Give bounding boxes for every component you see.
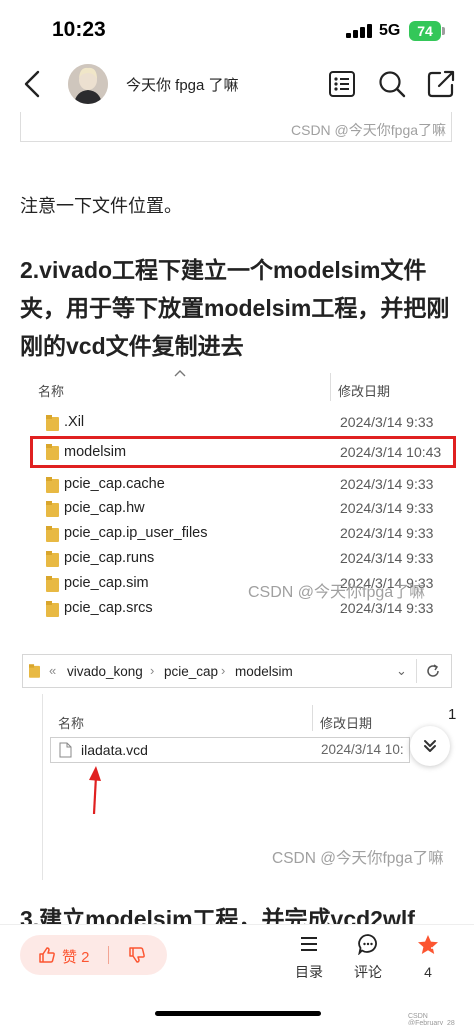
column-name-header: 名称 xyxy=(58,716,85,731)
folder-icon xyxy=(46,501,59,517)
file-date: 2024/3/14 9:33 xyxy=(340,600,434,616)
file-name: .Xil xyxy=(64,414,85,430)
file-row-highlighted[interactable]: modelsim 2024/3/14 10:43 xyxy=(30,436,456,468)
like-count[interactable]: 赞 2 xyxy=(62,946,90,967)
file-name: pcie_cap.runs xyxy=(64,550,155,566)
avatar-photo xyxy=(68,64,108,104)
signal-icon xyxy=(346,24,372,38)
file-name: iladata.vcd xyxy=(81,742,148,758)
file-date: 2024/3/14 10: xyxy=(321,742,404,757)
folder-icon xyxy=(46,477,59,493)
column-date-header: 修改日期 xyxy=(320,716,373,731)
screenshot-fragment: CSDN @今天你fpga了嘛 xyxy=(20,112,452,142)
breadcrumb-item[interactable]: pcie_cap xyxy=(164,664,218,679)
folder-icon xyxy=(46,526,59,542)
comment-button[interactable]: 评论 xyxy=(338,933,398,982)
favorite-button[interactable]: 4 xyxy=(398,933,458,980)
file-date: 2024/3/14 9:33 xyxy=(340,476,434,492)
battery-tip xyxy=(442,27,445,35)
comment-label: 评论 xyxy=(354,964,382,980)
section-heading-2: 2.vivado工程下建立一个modelsim文件夹，用于等下放置modelsi… xyxy=(20,257,450,359)
search-icon[interactable] xyxy=(377,69,407,99)
file-date: 2024/3/14 9:33 xyxy=(340,500,434,516)
toc-button[interactable]: 目录 xyxy=(279,933,339,982)
image-watermark: CSDN @今天你fpga了嘛 xyxy=(272,850,444,867)
status-time: 10:23 xyxy=(52,18,106,41)
file-date: 2024/3/14 9:33 xyxy=(340,550,434,566)
article-header: 今天你 fpga 了嘛 xyxy=(0,58,474,112)
section-heading-3: 3.建立modelsim工程，并完成vcd2wlf xyxy=(20,906,415,924)
explorer-screenshot-1: 名称 修改日期 .Xil 2024/3/14 9:33 modelsim 202… xyxy=(20,365,456,605)
file-date: 2024/3/14 10:43 xyxy=(340,444,442,460)
file-row[interactable]: pcie_cap.hw 2024/3/14 9:33 xyxy=(20,497,456,522)
author-name[interactable]: 今天你 fpga 了嘛 xyxy=(126,74,239,95)
folder-icon xyxy=(29,664,40,678)
favorite-count: 4 xyxy=(424,964,432,980)
address-bar[interactable]: « vivado_kong › pcie_cap › modelsim ⌄ xyxy=(22,654,452,688)
folder-icon xyxy=(46,576,59,592)
bottom-action-bar: 赞 2 目录 评论 4 xyxy=(0,924,474,1025)
comment-icon xyxy=(358,934,377,956)
breadcrumb-item[interactable]: modelsim xyxy=(235,664,293,679)
sort-caret-icon xyxy=(174,370,186,377)
file-name: pcie_cap.srcs xyxy=(64,600,153,616)
folder-icon xyxy=(46,551,59,567)
thumbs-up-icon[interactable] xyxy=(38,946,56,964)
breadcrumb-overflow-icon[interactable]: « xyxy=(49,663,56,678)
toc-label: 目录 xyxy=(295,964,323,980)
home-indicator xyxy=(155,1011,321,1016)
author-avatar[interactable] xyxy=(68,64,108,104)
file-row-selected[interactable]: iladata.vcd 2024/3/14 10: xyxy=(50,737,410,763)
file-date: 2024/3/14 9:33 xyxy=(340,525,434,541)
folder-icon xyxy=(46,444,59,460)
double-chevron-down-icon xyxy=(424,740,436,752)
toc-icon xyxy=(301,937,317,951)
footer-watermark: CSDN @February_28 xyxy=(408,1013,455,1025)
paragraph-location: 注意一下文件位置。 xyxy=(20,196,182,216)
refresh-icon[interactable] xyxy=(425,663,441,679)
address-dropdown-icon[interactable]: ⌄ xyxy=(396,663,407,679)
file-row[interactable]: pcie_cap.ip_user_files 2024/3/14 9:33 xyxy=(20,522,456,547)
file-row[interactable]: pcie_cap.srcs 2024/3/14 9:33 xyxy=(20,597,456,622)
breadcrumb-separator-icon: › xyxy=(150,663,155,678)
side-number: 1 xyxy=(448,706,457,723)
red-arrow-annotation xyxy=(89,766,101,815)
file-name: modelsim xyxy=(64,444,127,460)
file-date: 2024/3/14 9:33 xyxy=(340,414,434,430)
list-icon[interactable] xyxy=(327,69,357,99)
back-arrow-icon[interactable] xyxy=(20,68,48,100)
status-bar: 10:23 5G 74 xyxy=(0,0,474,58)
file-row[interactable]: pcie_cap.cache 2024/3/14 9:33 xyxy=(20,473,456,498)
breadcrumb-item[interactable]: vivado_kong xyxy=(67,664,143,679)
file-name: pcie_cap.sim xyxy=(64,575,149,591)
file-name: pcie_cap.hw xyxy=(64,500,145,516)
favorite-star-icon xyxy=(418,935,438,954)
share-icon[interactable] xyxy=(426,69,456,99)
column-name-header: 名称 xyxy=(38,384,65,399)
thumbs-down-icon[interactable] xyxy=(128,946,146,964)
image-watermark: CSDN @今天你fpga了嘛 xyxy=(291,122,447,138)
file-row[interactable]: .Xil 2024/3/14 9:33 xyxy=(20,411,456,436)
file-name: pcie_cap.ip_user_files xyxy=(64,525,208,541)
expand-button[interactable] xyxy=(410,726,450,766)
like-pill: 赞 2 xyxy=(20,935,167,975)
battery-icon: 74 xyxy=(409,21,441,41)
file-icon xyxy=(59,742,72,758)
article-content: CSDN @今天你fpga了嘛 注意一下文件位置。 2.vivado工程下建立一… xyxy=(0,112,474,924)
folder-icon xyxy=(46,601,59,617)
breadcrumb-separator-icon: › xyxy=(221,663,226,678)
folder-icon xyxy=(46,415,59,431)
column-date-header: 修改日期 xyxy=(338,384,391,399)
file-name: pcie_cap.cache xyxy=(64,476,165,492)
file-row[interactable]: pcie_cap.runs 2024/3/14 9:33 xyxy=(20,547,456,572)
network-type: 5G xyxy=(379,22,401,39)
